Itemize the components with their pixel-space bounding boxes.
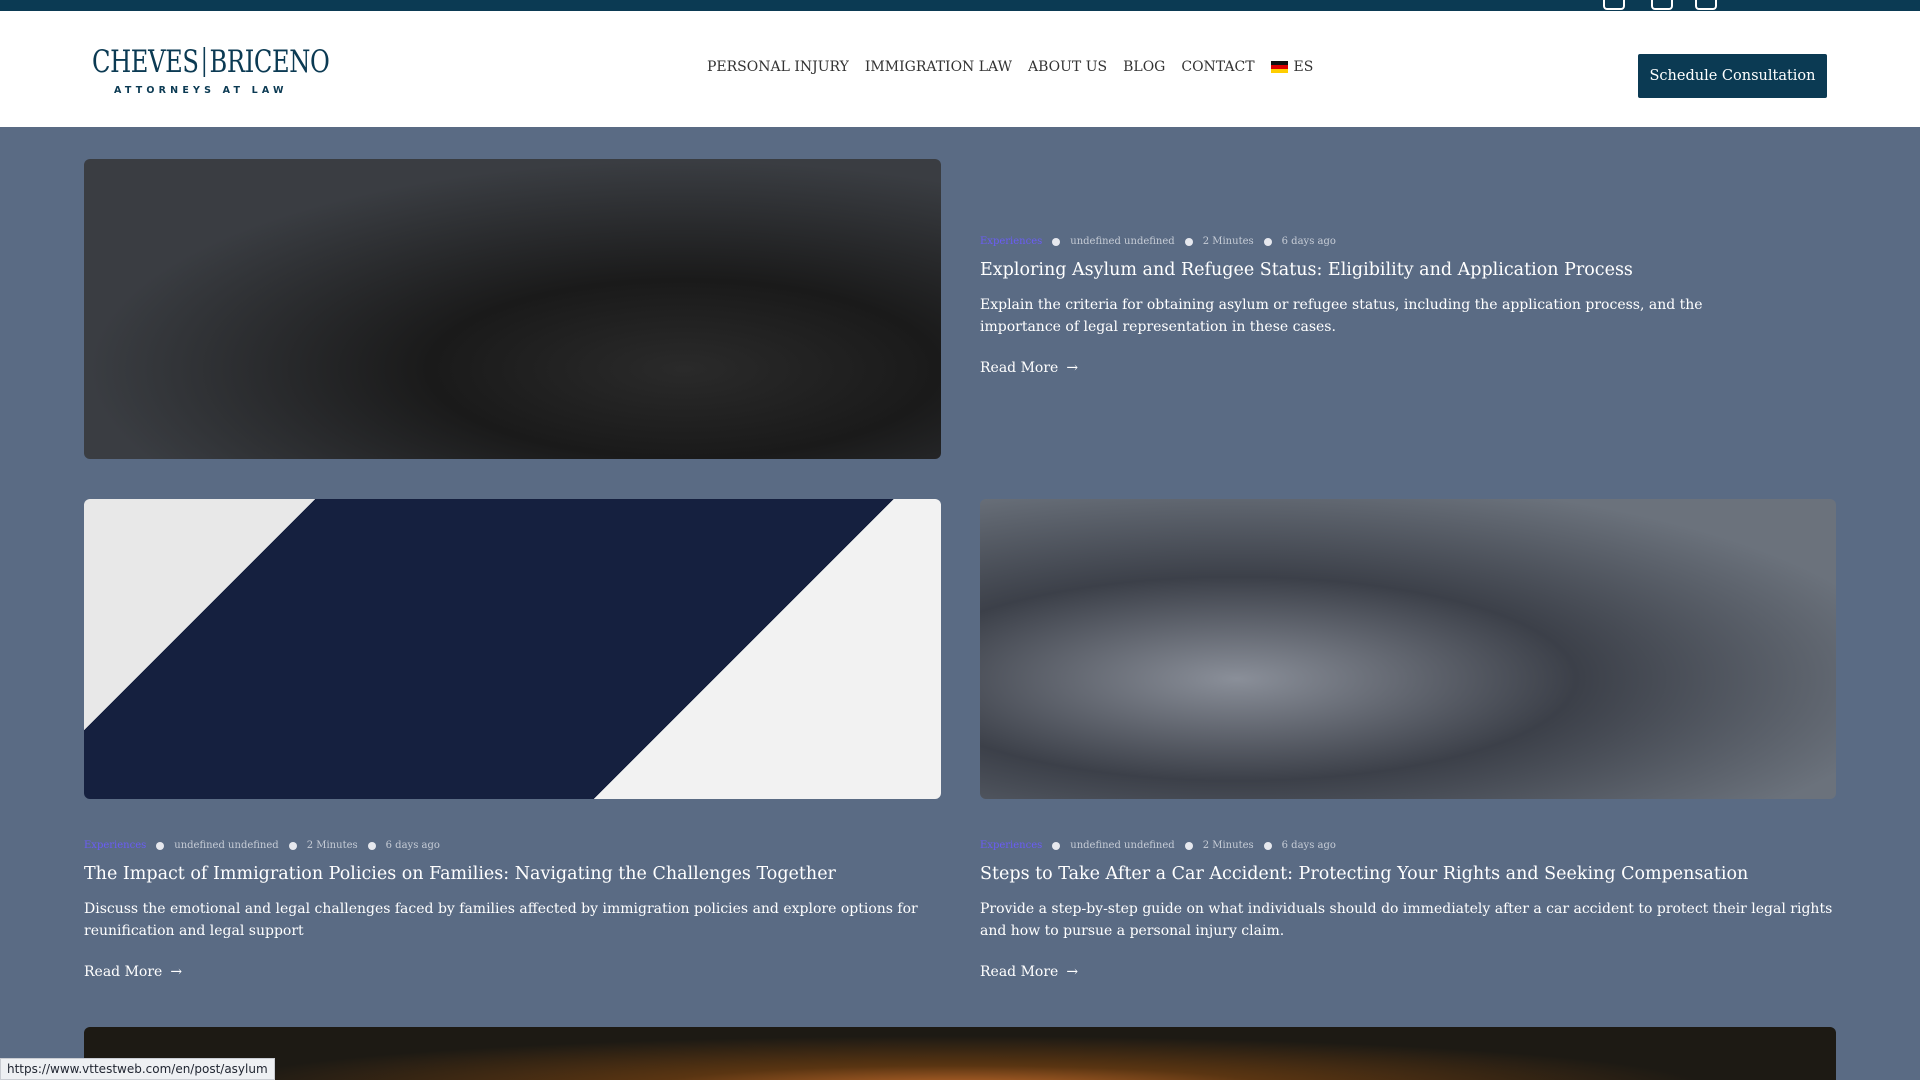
post-read-time: 2 Minutes bbox=[1202, 236, 1254, 247]
post-image-next[interactable] bbox=[84, 1027, 1836, 1080]
meta-dot-icon bbox=[1052, 841, 1061, 850]
arrow-right-icon: → bbox=[1066, 964, 1079, 980]
logo-tagline: ATTORNEYS AT LAW bbox=[114, 84, 288, 96]
post-date: 6 days ago bbox=[1281, 840, 1336, 851]
arrow-right-icon: → bbox=[170, 964, 183, 980]
meta-dot-icon bbox=[367, 841, 376, 850]
meta-dot-icon bbox=[1184, 237, 1193, 246]
browser-status-url: https://www.vttestweb.com/en/post/asylum bbox=[0, 1058, 275, 1080]
flag-icon bbox=[1270, 61, 1288, 73]
post-category[interactable]: Experiences bbox=[980, 236, 1042, 247]
read-more-label: Read More bbox=[980, 964, 1059, 980]
post-category[interactable]: Experiences bbox=[84, 840, 146, 851]
meta-dot-icon bbox=[156, 841, 165, 850]
nav-blog[interactable]: BLOG bbox=[1123, 59, 1165, 75]
logo-text: CHEVES BRICENO ATTORNEYS AT LAW bbox=[92, 45, 396, 96]
arrow-right-icon: → bbox=[1066, 360, 1079, 376]
post-author: undefined undefined bbox=[174, 840, 279, 851]
post-image-car-accident[interactable] bbox=[980, 499, 1836, 799]
nav-immigration-law[interactable]: IMMIGRATION LAW bbox=[865, 59, 1012, 75]
nav-about-us[interactable]: ABOUT US bbox=[1028, 59, 1107, 75]
post-author: undefined undefined bbox=[1070, 236, 1175, 247]
post-author: undefined undefined bbox=[1070, 840, 1175, 851]
post-meta: Experiences undefined undefined 2 Minute… bbox=[980, 840, 1336, 851]
meta-dot-icon bbox=[1263, 841, 1272, 850]
read-more-link[interactable]: Read More → bbox=[980, 360, 1078, 376]
site-header: CHEVES BRICENO ATTORNEYS AT LAW PERSONAL … bbox=[0, 11, 1920, 127]
language-label: ES bbox=[1293, 59, 1314, 75]
read-more-label: Read More bbox=[84, 964, 163, 980]
meta-dot-icon bbox=[1052, 237, 1061, 246]
post-read-time: 2 Minutes bbox=[1202, 840, 1254, 851]
post-title[interactable]: The Impact of Immigration Policies on Fa… bbox=[84, 864, 836, 884]
post-title[interactable]: Steps to Take After a Car Accident: Prot… bbox=[980, 864, 1748, 884]
logo-name: CHEVES BRICENO bbox=[92, 43, 330, 80]
read-more-link[interactable]: Read More → bbox=[84, 964, 182, 980]
post-date: 6 days ago bbox=[1281, 236, 1336, 247]
language-switch[interactable]: ES bbox=[1270, 59, 1314, 75]
nav-personal-injury[interactable]: PERSONAL INJURY bbox=[707, 59, 849, 75]
post-image-immigration-families[interactable] bbox=[84, 499, 941, 799]
post-read-time: 2 Minutes bbox=[306, 840, 358, 851]
post-meta: Experiences undefined undefined 2 Minute… bbox=[980, 236, 1336, 247]
instagram-icon[interactable] bbox=[1695, 0, 1717, 10]
meta-dot-icon bbox=[1184, 841, 1193, 850]
post-description: Explain the criteria for obtaining asylu… bbox=[980, 297, 1703, 335]
post-date: 6 days ago bbox=[385, 840, 440, 851]
top-contact-bar bbox=[0, 0, 1920, 11]
read-more-link[interactable]: Read More → bbox=[980, 964, 1078, 980]
post-meta: Experiences undefined undefined 2 Minute… bbox=[84, 840, 440, 851]
social-icon[interactable] bbox=[1651, 0, 1673, 10]
site-logo[interactable]: CHEVES BRICENO ATTORNEYS AT LAW bbox=[84, 30, 344, 110]
read-more-label: Read More bbox=[980, 360, 1059, 376]
post-title[interactable]: Exploring Asylum and Refugee Status: Eli… bbox=[980, 260, 1633, 280]
schedule-consultation-button[interactable]: Schedule Consultation bbox=[1638, 54, 1827, 98]
meta-dot-icon bbox=[1263, 237, 1272, 246]
post-image-asylum[interactable] bbox=[84, 159, 941, 459]
nav-contact[interactable]: CONTACT bbox=[1181, 59, 1254, 75]
email-icon[interactable] bbox=[1603, 0, 1625, 10]
post-description: Provide a step-by-step guide on what ind… bbox=[980, 901, 1833, 939]
meta-dot-icon bbox=[288, 841, 297, 850]
post-description: Discuss the emotional and legal challeng… bbox=[84, 901, 918, 939]
post-category[interactable]: Experiences bbox=[980, 840, 1042, 851]
main-nav: PERSONAL INJURY IMMIGRATION LAW ABOUT US… bbox=[707, 59, 1329, 75]
